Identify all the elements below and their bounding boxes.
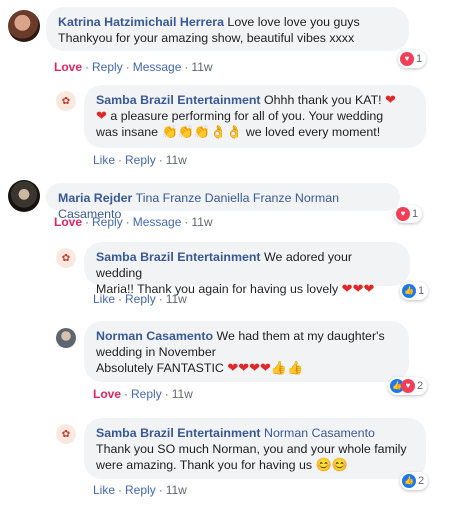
- comment-actions: Love · Reply · 11w: [93, 387, 193, 401]
- comment-bubble-maria: Maria Rejder Tina Franze Daniella Franze…: [46, 183, 400, 221]
- comment-author[interactable]: Samba Brazil Entertainment: [96, 426, 261, 440]
- reply-link[interactable]: Reply: [125, 292, 156, 306]
- reaction-count: 1: [416, 53, 423, 65]
- heart-emoji: ❤: [385, 92, 396, 107]
- reaction-count-badge[interactable]: 👍 1: [400, 282, 429, 300]
- reply-link[interactable]: Reply: [92, 60, 123, 74]
- reaction-count-badge[interactable]: 👍 2: [400, 472, 429, 490]
- reaction-count: 2: [417, 380, 424, 392]
- reaction-count-badge[interactable]: 👍 ♥ 2: [388, 377, 428, 395]
- comment-text: we loved every moment!: [245, 125, 381, 139]
- tagged-user[interactable]: Norman Casamento: [264, 426, 375, 440]
- comment-actions: Like · Reply · 11w: [93, 292, 187, 306]
- comment-author[interactable]: Maria Rejder: [58, 191, 132, 205]
- timestamp[interactable]: 11w: [191, 60, 212, 74]
- comment-text: We had them at my daughter's: [216, 329, 385, 343]
- thumbs-up-emoji: 👍👍: [270, 360, 304, 375]
- heart-emoji: ❤❤❤❤: [227, 360, 271, 375]
- comment-bubble-samba: Samba Brazil Entertainment We adored you…: [84, 242, 410, 296]
- comment-bubble-katrina: Katrina Hatzimichail Herrera Love love l…: [46, 7, 409, 51]
- reaction-count: 1: [418, 285, 425, 297]
- comment-author[interactable]: Samba Brazil Entertainment: [96, 93, 261, 107]
- timestamp[interactable]: 11w: [172, 387, 193, 401]
- comment-text: Absolutely FANTASTIC: [96, 361, 224, 375]
- love-action[interactable]: Love: [54, 215, 82, 229]
- comment-bubble-samba: Samba Brazil Entertainment Norman Casame…: [84, 418, 426, 479]
- timestamp[interactable]: 11w: [166, 292, 187, 306]
- comment-actions: Like · Reply · 11w: [93, 153, 187, 167]
- comment-bubble-samba: Samba Brazil Entertainment Ohhh thank yo…: [84, 85, 426, 148]
- timestamp[interactable]: 11w: [166, 483, 187, 497]
- love-action[interactable]: Love: [54, 60, 82, 74]
- reply-link[interactable]: Reply: [131, 387, 162, 401]
- like-link[interactable]: Like: [93, 153, 115, 167]
- avatar-samba[interactable]: ✿: [56, 248, 76, 268]
- like-link[interactable]: Like: [93, 292, 115, 306]
- like-reaction-icon: 👍: [402, 284, 416, 298]
- reaction-count: 2: [418, 475, 425, 487]
- comment-author[interactable]: Norman Casamento: [96, 329, 213, 343]
- clap-emoji: 👏👏👏: [161, 124, 211, 139]
- love-reaction-icon: ♥: [400, 52, 414, 66]
- heart-emoji: ❤❤❤: [341, 281, 375, 296]
- comment-text: Thank you SO much Norman, you and your w…: [96, 442, 407, 456]
- ok-hand-emoji: 👌👌: [210, 124, 243, 139]
- timestamp[interactable]: 11w: [191, 215, 212, 229]
- message-link[interactable]: Message: [133, 60, 182, 74]
- reply-link[interactable]: Reply: [92, 215, 123, 229]
- comment-bubble-norman: Norman Casamento We had them at my daugh…: [84, 321, 409, 382]
- love-reaction-icon: ♥: [401, 379, 415, 393]
- avatar-maria[interactable]: [8, 180, 40, 212]
- reaction-count-badge[interactable]: ♥ 1: [394, 205, 423, 223]
- comment-actions: Like · Reply · 11w: [93, 483, 187, 497]
- comment-text: wedding in November: [96, 345, 216, 359]
- comment-text: was insane: [96, 125, 158, 139]
- comment-text: Thankyou for your amazing show, beautifu…: [58, 31, 355, 45]
- comment-author[interactable]: Katrina Hatzimichail Herrera: [58, 15, 224, 29]
- avatar-samba[interactable]: ✿: [56, 91, 76, 111]
- comment-text: Ohhh thank you KAT!: [264, 93, 382, 107]
- smile-emoji: 😊😊: [315, 457, 348, 472]
- avatar-samba[interactable]: ✿: [56, 424, 76, 444]
- comment-text: Love love love you guys: [227, 15, 360, 29]
- heart-emoji: ❤: [96, 108, 107, 123]
- reaction-count: 1: [412, 208, 419, 220]
- timestamp[interactable]: 11w: [166, 153, 187, 167]
- reply-link[interactable]: Reply: [125, 153, 156, 167]
- love-reaction-icon: ♥: [396, 207, 410, 221]
- like-reaction-icon: 👍: [402, 474, 416, 488]
- comment-text: were amazing. Thank you for having us: [96, 458, 313, 472]
- avatar-katrina[interactable]: [8, 10, 40, 42]
- like-link[interactable]: Like: [93, 483, 115, 497]
- comment-actions: Love · Reply · Message · 11w: [54, 215, 213, 229]
- avatar-norman[interactable]: [56, 328, 76, 348]
- message-link[interactable]: Message: [133, 215, 182, 229]
- comment-actions: Love · Reply · Message · 11w: [54, 60, 213, 74]
- comment-text: a pleasure performing for all of you. Yo…: [110, 109, 384, 123]
- love-action[interactable]: Love: [93, 387, 121, 401]
- comment-author[interactable]: Samba Brazil Entertainment: [96, 250, 261, 264]
- reaction-count-badge[interactable]: ♥ 1: [398, 50, 427, 68]
- reply-link[interactable]: Reply: [125, 483, 156, 497]
